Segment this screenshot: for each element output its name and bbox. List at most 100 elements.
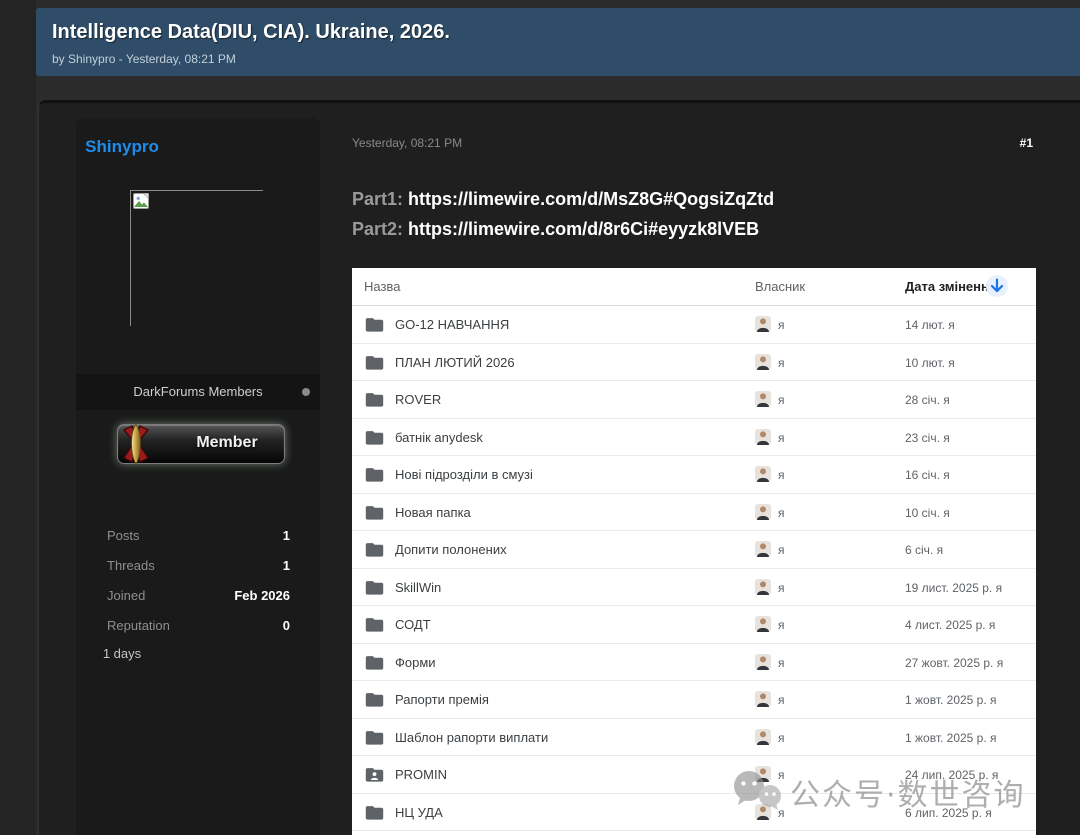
- table-row[interactable]: СОДТ я 4 лист. 2025 р. я: [352, 606, 1036, 644]
- owner-avatar: [755, 316, 771, 332]
- thread-byline: by Shinypro - Yesterday, 08:21 PM: [52, 52, 236, 66]
- modified-date: 16 січ. я: [905, 468, 950, 482]
- folder-icon: [365, 728, 384, 747]
- table-row[interactable]: Допити полонених я 6 січ. я: [352, 531, 1036, 569]
- post-timestamp: Yesterday, 08:21 PM: [352, 136, 462, 150]
- folder-icon: [365, 315, 384, 334]
- file-name: СОДТ: [395, 617, 431, 632]
- owner-label: я: [778, 506, 785, 520]
- owner-label: я: [778, 543, 785, 557]
- table-row[interactable]: Шаблон рапорти виплати я 1 жовт. 2025 р.…: [352, 719, 1036, 757]
- owner-label: я: [778, 318, 785, 332]
- column-header-name[interactable]: Назва: [364, 279, 400, 294]
- folder-icon: [365, 465, 384, 484]
- stat-row: Joined Feb 2026: [96, 582, 300, 612]
- stat-row: Posts 1: [96, 522, 300, 552]
- file-name: Шаблон рапорти виплати: [395, 730, 548, 745]
- file-name: Рапорти премія: [395, 692, 489, 707]
- file-name: ROVER: [395, 392, 441, 407]
- usergroup-label: DarkForums Members: [76, 384, 320, 399]
- author-stats: Posts 1 Threads 1 Joined Feb 2026 Reputa…: [96, 522, 300, 642]
- folder-icon: [365, 503, 384, 522]
- stat-row: Reputation 0: [96, 612, 300, 642]
- table-row[interactable]: Новая папка я 10 січ. я: [352, 494, 1036, 532]
- limewire-link[interactable]: https://limewire.com/d/8r6Ci#eyyzk8lVEB: [408, 219, 759, 239]
- file-name: ПЛАН ЛЮТИЙ 2026: [395, 355, 515, 370]
- file-name: PROMIN: [395, 767, 447, 782]
- owner-avatar: [755, 729, 771, 745]
- table-row[interactable]: Рапорти премія я 1 жовт. 2025 р. я: [352, 681, 1036, 719]
- stat-row: Threads 1: [96, 552, 300, 582]
- owner-label: я: [778, 656, 785, 670]
- column-header-owner[interactable]: Власник: [755, 279, 805, 294]
- owner-label: я: [778, 468, 785, 482]
- owner-avatar: [755, 354, 771, 370]
- stat-label: Posts: [107, 528, 140, 543]
- usergroup-dot-icon: [302, 388, 310, 396]
- owner-label: я: [778, 393, 785, 407]
- folder-icon: [365, 428, 384, 447]
- folder-icon: [365, 690, 384, 709]
- folder-icon: [365, 803, 384, 822]
- member-group-badge[interactable]: Member: [117, 424, 285, 464]
- file-name: Нові підрозділи в смузі: [395, 467, 533, 482]
- modified-date: 10 лют. я: [905, 356, 955, 370]
- modified-date: 24 лип. 2025 р. я: [905, 768, 998, 782]
- stat-label: Joined: [107, 588, 145, 603]
- modified-date: 1 жовт. 2025 р. я: [905, 693, 997, 707]
- modified-date: 23 січ. я: [905, 431, 950, 445]
- table-row[interactable]: ПЛАН ЛЮТИЙ 2026 я 10 лют. я: [352, 344, 1036, 382]
- owner-label: я: [778, 693, 785, 707]
- stat-value: 0: [283, 618, 290, 633]
- file-name: SkillWin: [395, 580, 441, 595]
- folder-icon: [365, 540, 384, 559]
- owner-label: я: [778, 768, 785, 782]
- file-name: Форми: [395, 655, 436, 670]
- owner-label: я: [778, 581, 785, 595]
- drive-file-table: Назва Власник Дата змінення GO-12 НАВЧАН…: [352, 268, 1036, 835]
- owner-label: я: [778, 618, 785, 632]
- sort-direction-button[interactable]: [986, 275, 1008, 297]
- download-link-line: Part2: https://limewire.com/d/8r6Ci#eyyz…: [352, 219, 774, 249]
- stat-label: Threads: [107, 558, 155, 573]
- badge-emblem-icon: [112, 420, 160, 468]
- link-part-label: Part2:: [352, 219, 403, 239]
- modified-date: 28 січ. я: [905, 393, 950, 407]
- file-name: Новая папка: [395, 505, 471, 520]
- stat-value: Feb 2026: [234, 588, 290, 603]
- table-row[interactable]: Плани Рапорти Звіти я 16 трав. 2025 р. я: [352, 831, 1036, 835]
- table-row[interactable]: GO-12 НАВЧАННЯ я 14 лют. я: [352, 306, 1036, 344]
- folder-icon: [365, 578, 384, 597]
- table-row[interactable]: PROMIN я 24 лип. 2025 р. я: [352, 756, 1036, 794]
- folder-icon: [365, 390, 384, 409]
- limewire-link[interactable]: https://limewire.com/d/MsZ8G#QogsiZqZtd: [408, 189, 774, 209]
- owner-avatar: [755, 579, 771, 595]
- arrow-down-icon: [986, 275, 1008, 297]
- folder-icon: [365, 353, 384, 372]
- owner-avatar: [755, 429, 771, 445]
- modified-date: 6 лип. 2025 р. я: [905, 806, 992, 820]
- column-header-modified[interactable]: Дата змінення: [905, 279, 996, 294]
- link-part-label: Part1:: [352, 189, 403, 209]
- owner-avatar: [755, 691, 771, 707]
- post-number-link[interactable]: #1: [1020, 136, 1033, 150]
- table-body: GO-12 НАВЧАННЯ я 14 лют. я ПЛАН ЛЮТИЙ 20…: [352, 306, 1036, 835]
- online-time: 1 days: [0, 646, 244, 661]
- owner-avatar: [755, 391, 771, 407]
- table-row[interactable]: ROVER я 28 січ. я: [352, 381, 1036, 419]
- table-row[interactable]: Нові підрозділи в смузі я 16 січ. я: [352, 456, 1036, 494]
- file-name: НЦ УДА: [395, 805, 443, 820]
- author-avatar: [130, 190, 263, 326]
- thread-title: Intelligence Data(DIU, CIA). Ukraine, 20…: [52, 21, 450, 44]
- broken-image-icon: [133, 193, 149, 209]
- author-username-link[interactable]: Shinypro: [0, 137, 244, 157]
- usergroup-bar: DarkForums Members: [76, 374, 320, 410]
- modified-date: 10 січ. я: [905, 506, 950, 520]
- file-name: батнік anydesk: [395, 430, 483, 445]
- table-row[interactable]: Форми я 27 жовт. 2025 р. я: [352, 644, 1036, 682]
- table-row[interactable]: НЦ УДА я 6 лип. 2025 р. я: [352, 794, 1036, 832]
- owner-label: я: [778, 806, 785, 820]
- table-row[interactable]: батнік anydesk я 23 січ. я: [352, 419, 1036, 457]
- modified-date: 6 січ. я: [905, 543, 943, 557]
- table-row[interactable]: SkillWin я 19 лист. 2025 р. я: [352, 569, 1036, 607]
